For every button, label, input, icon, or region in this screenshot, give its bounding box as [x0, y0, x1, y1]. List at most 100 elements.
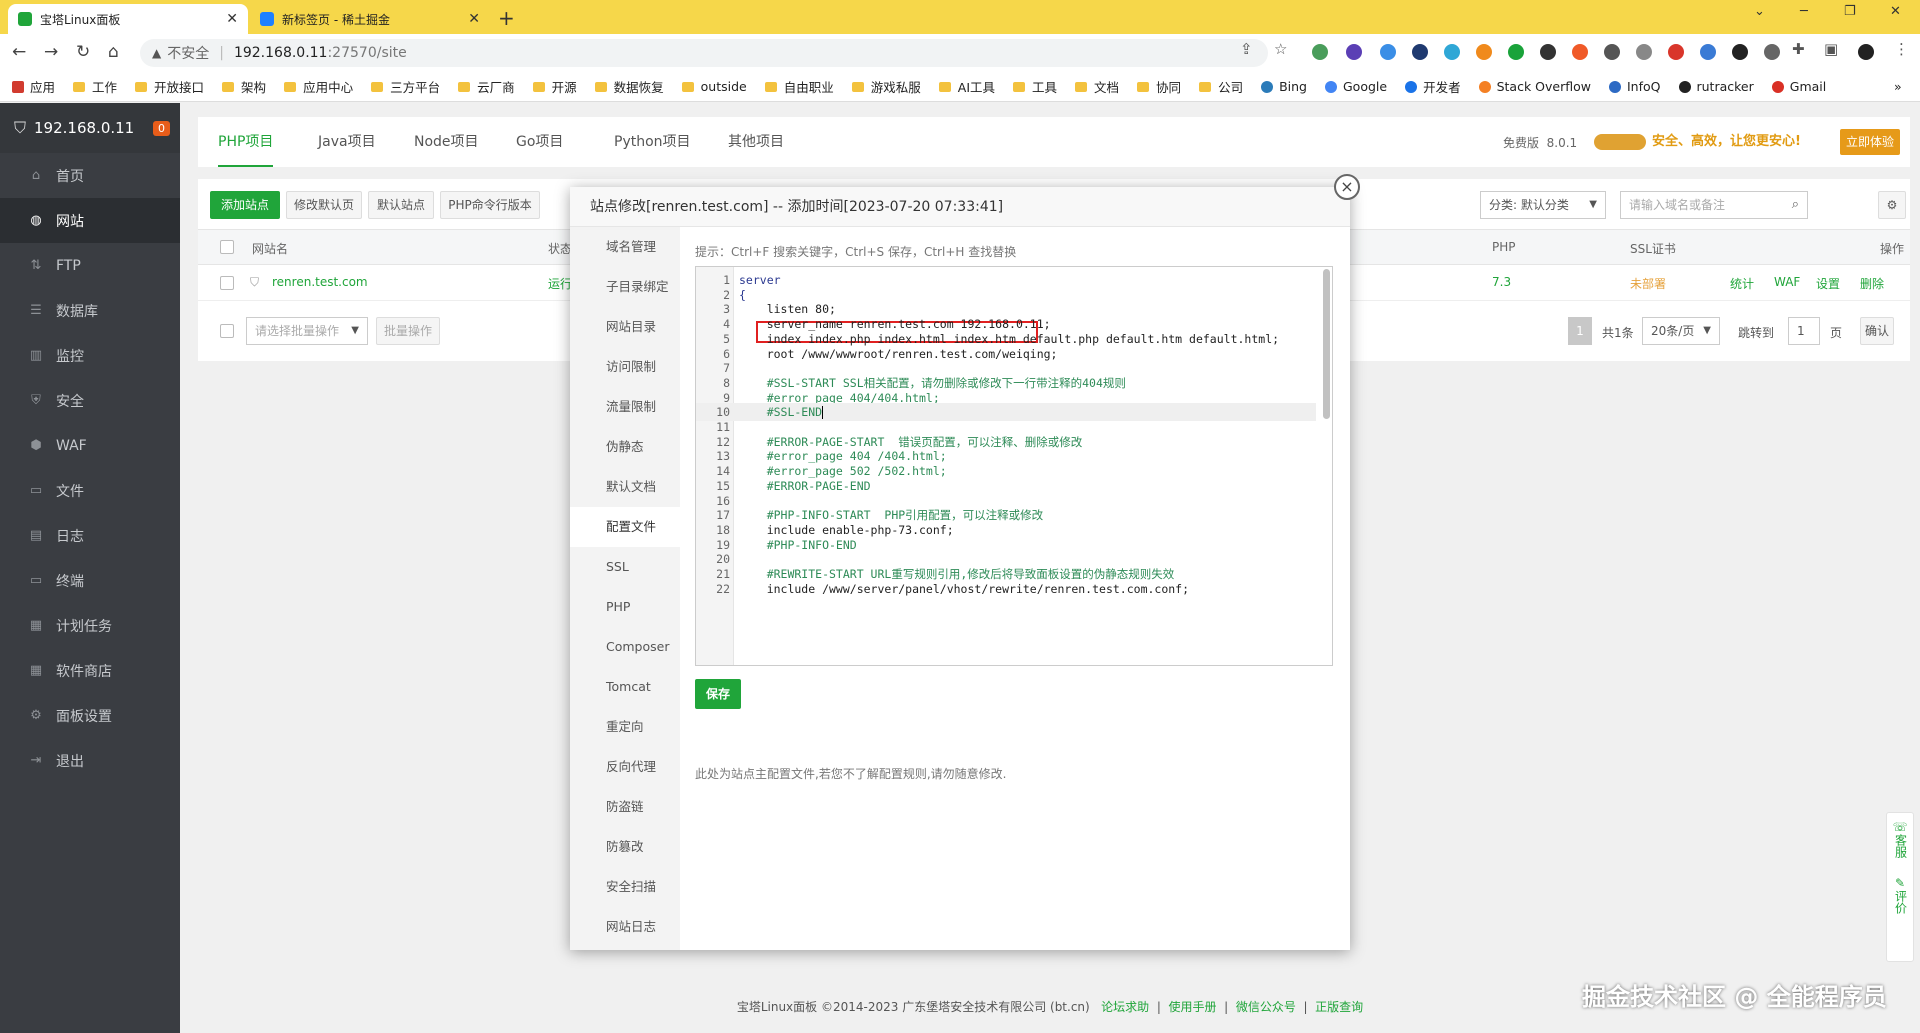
sidebar-item-settings[interactable]: ⚙ 面板设置: [0, 693, 180, 738]
modal-nav-item[interactable]: 子目录绑定: [570, 267, 680, 307]
extension-icon[interactable]: [1346, 44, 1362, 60]
address-bar[interactable]: ▲ 不安全 | 192.168.0.11 :27570/site: [140, 39, 1268, 67]
site-name-link[interactable]: renren.test.com: [272, 275, 368, 289]
extension-icon[interactable]: [1700, 44, 1716, 60]
sidebar-item-store[interactable]: ▦ 软件商店: [0, 648, 180, 693]
modal-close-button[interactable]: ×: [1334, 174, 1360, 200]
bookmark-item[interactable]: Google: [1324, 79, 1387, 94]
tab-go-projects[interactable]: Go项目: [516, 117, 563, 167]
batch-checkbox[interactable]: [220, 324, 234, 338]
footer-link-manual[interactable]: 使用手册: [1169, 1000, 1217, 1014]
action-delete[interactable]: 删除: [1860, 275, 1884, 292]
modal-nav-item[interactable]: 防盗链: [570, 787, 680, 827]
tab-java-projects[interactable]: Java项目: [318, 117, 376, 167]
back-icon[interactable]: ←: [12, 42, 26, 62]
modal-nav-item[interactable]: 网站日志: [570, 907, 680, 947]
editor-scrollbar[interactable]: [1323, 269, 1330, 419]
action-waf[interactable]: WAF: [1774, 275, 1800, 289]
default-site-button[interactable]: 默认站点: [368, 191, 434, 219]
bookmark-folder[interactable]: 工作: [73, 77, 117, 96]
new-tab-button[interactable]: +: [498, 6, 515, 30]
bookmark-folder[interactable]: 三方平台: [371, 77, 440, 96]
bookmark-folder[interactable]: 开放接口: [135, 77, 204, 96]
extension-icon[interactable]: [1476, 44, 1492, 60]
search-input[interactable]: 请输入域名或备注 ⌕: [1620, 191, 1808, 219]
rate-button[interactable]: ✎ 评价: [1887, 861, 1913, 917]
extension-icon[interactable]: [1508, 44, 1524, 60]
extension-icon[interactable]: [1668, 44, 1684, 60]
footer-link-license[interactable]: 正版查询: [1315, 1000, 1363, 1014]
sidebar-item-cron[interactable]: ▦ 计划任务: [0, 603, 180, 648]
bookmark-folder[interactable]: 数据恢复: [594, 77, 664, 96]
category-select[interactable]: 分类: 默认分类 ▼: [1480, 191, 1606, 219]
sidebar-item-security[interactable]: ⛨ 安全: [0, 378, 180, 423]
minimize-icon[interactable]: ─: [1800, 4, 1808, 19]
customer-service-button[interactable]: ☏ 客服: [1887, 813, 1913, 861]
action-stats[interactable]: 统计: [1730, 275, 1754, 292]
forward-icon[interactable]: →: [44, 42, 58, 62]
footer-link-forum[interactable]: 论坛求助: [1101, 1000, 1149, 1014]
bookmark-item[interactable]: rutracker: [1678, 79, 1754, 94]
modal-nav-item[interactable]: 流量限制: [570, 387, 680, 427]
modal-nav-item[interactable]: Tomcat: [570, 667, 680, 707]
extension-icon[interactable]: [1312, 44, 1328, 60]
sidebar-item-files[interactable]: ▭ 文件: [0, 468, 180, 513]
settings-gear-button[interactable]: ⚙: [1878, 191, 1906, 219]
search-icon[interactable]: ⌕: [1792, 192, 1799, 218]
sidebar-item-terminal[interactable]: ▭ 终端: [0, 558, 180, 603]
browser-tab-inactive[interactable]: 新标签页 - 稀土掘金 ✕: [250, 4, 490, 34]
batch-select[interactable]: 请选择批量操作 ▼: [246, 317, 368, 345]
php-cli-version-button[interactable]: PHP命令行版本: [440, 191, 540, 219]
share-icon[interactable]: ⇪: [1240, 40, 1253, 58]
tab-python-projects[interactable]: Python项目: [614, 117, 691, 167]
add-site-button[interactable]: 添加站点: [210, 191, 280, 219]
modal-nav-item[interactable]: 重定向: [570, 707, 680, 747]
bookmark-item[interactable]: InfoQ: [1609, 79, 1661, 94]
bookmark-folder[interactable]: 开源: [532, 77, 577, 96]
tab-close-icon[interactable]: ✕: [468, 11, 480, 27]
sidepanel-icon[interactable]: ▣: [1824, 40, 1838, 58]
bookmark-item[interactable]: Stack Overflow: [1478, 79, 1591, 94]
extension-icon[interactable]: [1572, 44, 1588, 60]
php-version-link[interactable]: 7.3: [1492, 275, 1511, 289]
sidebar-item-home[interactable]: ⌂ 首页: [0, 153, 180, 198]
sidebar-item-ftp[interactable]: ⇅ FTP: [0, 243, 180, 288]
sidebar-item-logs[interactable]: ▤ 日志: [0, 513, 180, 558]
tab-other-projects[interactable]: 其他项目: [728, 117, 784, 167]
save-button[interactable]: 保存: [695, 679, 741, 709]
bookmark-folder[interactable]: AI工具: [938, 77, 995, 96]
bookmark-folder[interactable]: 协同: [1137, 77, 1181, 96]
extension-icon[interactable]: [1444, 44, 1460, 60]
bookmark-folder[interactable]: 应用中心: [284, 77, 353, 96]
config-code-editor[interactable]: 1 server 2{3 listen 80; 4 server_name renre…: [695, 266, 1333, 666]
bookmark-folder[interactable]: 工具: [1013, 77, 1057, 96]
window-close-icon[interactable]: ✕: [1890, 4, 1901, 19]
notification-badge[interactable]: 0: [153, 120, 170, 136]
modal-nav-item[interactable]: Composer: [570, 627, 680, 667]
status-running[interactable]: 运行: [548, 275, 572, 292]
footer-link-wechat[interactable]: 微信公众号: [1236, 1000, 1296, 1014]
bookmark-folder[interactable]: 架构: [222, 77, 266, 96]
col-site-name[interactable]: 网站名: [252, 240, 288, 257]
sidebar-item-waf[interactable]: ⬢ WAF: [0, 423, 180, 468]
modal-nav-item[interactable]: 配置文件: [570, 507, 680, 547]
bookmark-folder[interactable]: 云厂商: [458, 77, 515, 96]
profile-avatar[interactable]: [1858, 44, 1874, 60]
modal-nav-item[interactable]: PHP: [570, 587, 680, 627]
bookmarks-overflow-icon[interactable]: »: [1894, 79, 1902, 94]
tab-search-icon[interactable]: ⌄: [1754, 4, 1765, 19]
tab-node-projects[interactable]: Node项目: [414, 117, 479, 167]
modal-nav-item[interactable]: 网站目录: [570, 307, 680, 347]
tab-php-projects[interactable]: PHP项目: [218, 117, 274, 167]
action-settings[interactable]: 设置: [1816, 275, 1840, 292]
bookmark-folder[interactable]: 文档: [1075, 77, 1119, 96]
ssl-status-link[interactable]: 未部署: [1630, 275, 1666, 292]
puzzle-icon[interactable]: ✚: [1792, 40, 1805, 58]
jump-confirm-button[interactable]: 确认: [1860, 317, 1894, 345]
extension-icon[interactable]: [1764, 44, 1780, 60]
modal-nav-item[interactable]: SSL: [570, 547, 680, 587]
bookmark-item[interactable]: 开发者: [1405, 77, 1461, 96]
modal-nav-item[interactable]: 防篡改: [570, 827, 680, 867]
trial-button[interactable]: 立即体验: [1840, 129, 1900, 155]
modal-nav-item[interactable]: 默认文档: [570, 467, 680, 507]
